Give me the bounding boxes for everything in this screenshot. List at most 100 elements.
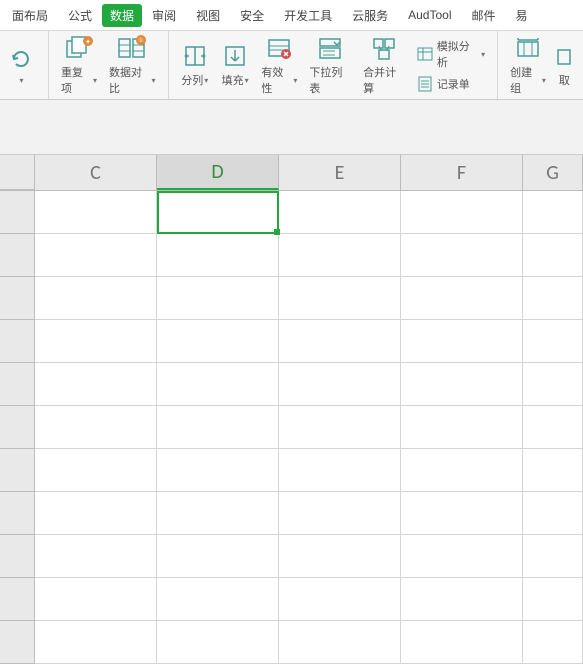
cell[interactable] — [401, 320, 523, 363]
cell[interactable] — [523, 234, 583, 277]
cell[interactable] — [401, 449, 523, 492]
menu-tab-devtools[interactable]: 开发工具 — [274, 3, 342, 28]
cell[interactable] — [279, 578, 401, 621]
cell[interactable] — [279, 535, 401, 578]
menu-tab-formula[interactable]: 公式 — [58, 3, 102, 28]
cell[interactable] — [279, 363, 401, 406]
formula-bar-area[interactable] — [0, 100, 583, 155]
cell[interactable] — [157, 406, 279, 449]
menu-tab-view[interactable]: 视图 — [186, 3, 230, 28]
cell[interactable] — [279, 406, 401, 449]
chevron-down-icon: ▾ — [293, 76, 297, 85]
cell[interactable] — [35, 406, 157, 449]
menu-tab-security[interactable]: 安全 — [230, 3, 274, 28]
cell[interactable] — [279, 191, 401, 234]
row-header[interactable] — [0, 191, 35, 234]
partial-button[interactable]: ▾ — [0, 44, 42, 87]
col-header-g[interactable]: G — [523, 155, 583, 190]
menu-tab-review[interactable]: 审阅 — [142, 3, 186, 28]
cell[interactable] — [279, 621, 401, 664]
menu-tab-mail[interactable]: 邮件 — [462, 3, 506, 28]
cell[interactable] — [35, 492, 157, 535]
cell[interactable] — [279, 320, 401, 363]
duplicate-button[interactable]: ✦ 重复项▾ — [55, 32, 103, 98]
col-header-e[interactable]: E — [279, 155, 401, 190]
row-header[interactable] — [0, 277, 35, 320]
cell[interactable] — [157, 363, 279, 406]
cell[interactable] — [523, 621, 583, 664]
corner-header[interactable] — [0, 155, 35, 190]
menu-tab-cloud[interactable]: 云服务 — [342, 3, 398, 28]
fill-button[interactable]: 填充▾ — [215, 40, 255, 90]
create-group-button[interactable]: 创建组▾ — [504, 32, 552, 98]
sim-analysis-button[interactable]: 模拟分析 ▾ — [417, 38, 485, 70]
cell[interactable] — [523, 320, 583, 363]
cell[interactable] — [523, 578, 583, 621]
row-header[interactable] — [0, 363, 35, 406]
chevron-down-icon: ▾ — [151, 76, 155, 85]
row-header[interactable] — [0, 621, 35, 664]
menu-tab-layout[interactable]: 面布局 — [2, 3, 58, 28]
cell[interactable] — [401, 277, 523, 320]
menu-tab-partial[interactable]: 易 — [506, 3, 538, 28]
col-header-c[interactable]: C — [35, 155, 157, 190]
cell[interactable] — [401, 191, 523, 234]
cell[interactable] — [523, 449, 583, 492]
merge-calc-label: 合并计算 — [363, 64, 405, 96]
merge-calc-button[interactable]: 合并计算 — [357, 32, 411, 98]
cell[interactable] — [35, 320, 157, 363]
cell[interactable] — [35, 363, 157, 406]
cell[interactable] — [523, 191, 583, 234]
cell[interactable] — [157, 578, 279, 621]
menu-tab-audtool[interactable]: AudTool — [398, 4, 461, 26]
menu-tab-data[interactable]: 数据 — [102, 4, 142, 27]
cell[interactable] — [35, 449, 157, 492]
cell[interactable] — [35, 535, 157, 578]
cell[interactable] — [401, 621, 523, 664]
cell[interactable] — [401, 492, 523, 535]
cell[interactable] — [401, 535, 523, 578]
cell[interactable] — [157, 621, 279, 664]
cell[interactable] — [35, 277, 157, 320]
row-header[interactable] — [0, 535, 35, 578]
cell[interactable] — [401, 406, 523, 449]
dropdown-list-button[interactable]: 下拉列表 — [303, 32, 357, 98]
split-column-button[interactable]: 分列▾ — [175, 40, 215, 90]
validity-button[interactable]: 有效性▾ — [255, 32, 303, 98]
cell[interactable] — [279, 449, 401, 492]
cell[interactable] — [279, 277, 401, 320]
ungroup-button-partial[interactable]: 取 — [552, 40, 577, 90]
cell[interactable] — [523, 363, 583, 406]
cell[interactable] — [401, 363, 523, 406]
cell[interactable] — [157, 277, 279, 320]
row-header[interactable] — [0, 234, 35, 277]
cell[interactable] — [157, 535, 279, 578]
record-form-button[interactable]: 记录单 — [417, 76, 485, 92]
cell[interactable] — [523, 492, 583, 535]
cell[interactable] — [157, 320, 279, 363]
cell[interactable] — [279, 234, 401, 277]
data-compare-button[interactable]: ① 数据对比▾ — [103, 32, 161, 98]
cell[interactable] — [157, 191, 279, 234]
grid-rows — [0, 191, 583, 664]
cell[interactable] — [35, 191, 157, 234]
cell[interactable] — [523, 535, 583, 578]
row-header[interactable] — [0, 320, 35, 363]
col-header-f[interactable]: F — [401, 155, 523, 190]
row-header[interactable] — [0, 578, 35, 621]
cell[interactable] — [401, 578, 523, 621]
cell[interactable] — [35, 234, 157, 277]
cell[interactable] — [157, 449, 279, 492]
cell[interactable] — [279, 492, 401, 535]
row-header[interactable] — [0, 449, 35, 492]
cell[interactable] — [523, 277, 583, 320]
cell[interactable] — [401, 234, 523, 277]
cell[interactable] — [35, 578, 157, 621]
cell[interactable] — [157, 234, 279, 277]
row-header[interactable] — [0, 406, 35, 449]
col-header-d[interactable]: D — [157, 155, 279, 190]
row-header[interactable] — [0, 492, 35, 535]
cell[interactable] — [35, 621, 157, 664]
cell[interactable] — [157, 492, 279, 535]
cell[interactable] — [523, 406, 583, 449]
